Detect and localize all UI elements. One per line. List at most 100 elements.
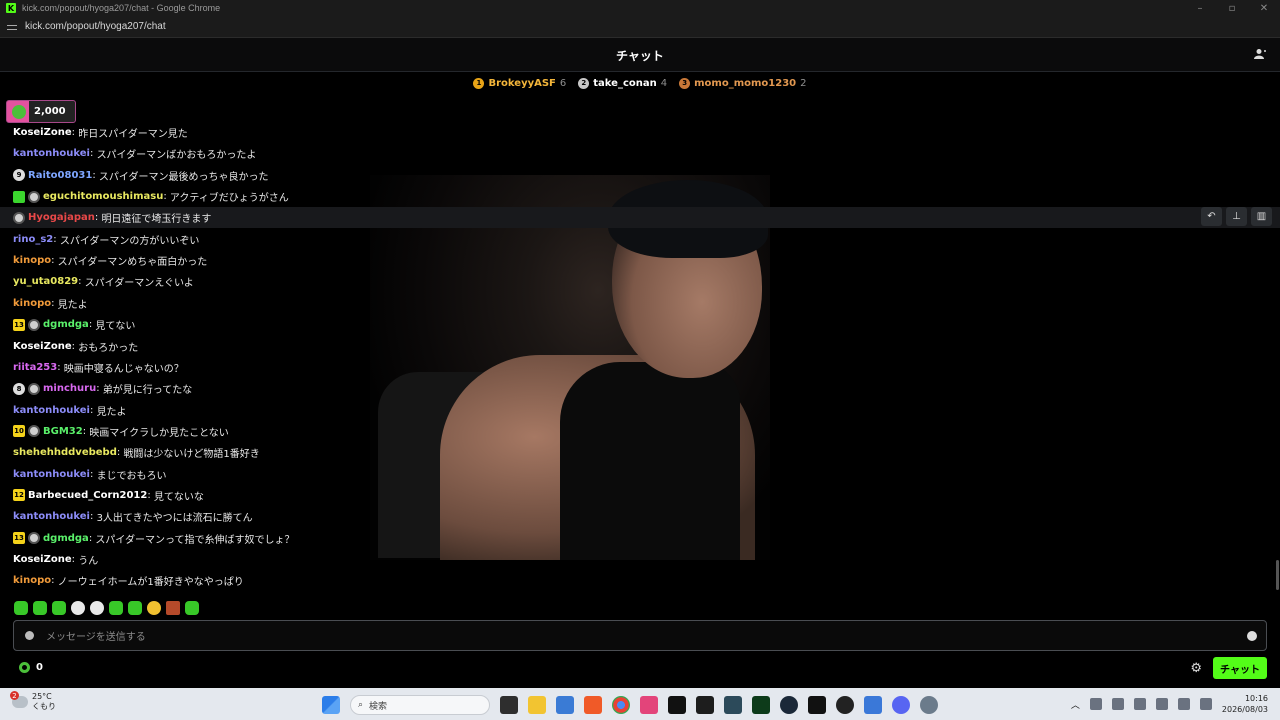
microphone-icon[interactable] [1111, 698, 1124, 710]
chevron-up-icon[interactable]: ︿ [1071, 698, 1080, 711]
chat-username[interactable]: eguchitomoushimasu [43, 191, 163, 202]
app-icon[interactable] [864, 696, 882, 714]
emote-icon[interactable] [185, 601, 199, 615]
settings-icon[interactable] [920, 696, 938, 714]
maximize-icon[interactable]: ▫ [1216, 0, 1248, 16]
chat-username[interactable]: shehehhddvebebd [13, 447, 117, 458]
gear-icon[interactable]: ⚙ [1190, 661, 1202, 676]
emote-icon[interactable] [166, 601, 180, 615]
chat-input[interactable]: メッセージを送信する [13, 620, 1267, 651]
chat-username[interactable]: riita253 [13, 362, 57, 373]
chat-message[interactable]: kantonhoukei: スパイダーマンばかおもろかったよ [0, 143, 1280, 164]
app-icon[interactable] [752, 696, 770, 714]
smiley-icon[interactable] [1247, 631, 1257, 641]
chat-username[interactable]: kinopo [13, 255, 51, 266]
chat-message[interactable]: rino_s2: スパイダーマンの方がいいぞい [0, 229, 1280, 250]
app-icon[interactable] [640, 696, 658, 714]
chat-message[interactable]: 12 Barbecued_Corn2012: 見てないな [0, 485, 1280, 506]
chat-message[interactable]: kantonhoukei: 3人出てきたやつには流石に勝てん [0, 506, 1280, 527]
chat-message[interactable]: 13 dgmdga: 見てない [0, 314, 1280, 335]
chat-message[interactable]: eguchitomoushimasu: アクティブだひょうがさん [0, 186, 1280, 207]
leaderboard-entry[interactable]: 3 momo_momo1230 2 [679, 77, 807, 89]
chat-username[interactable]: KoseiZone [13, 341, 72, 352]
chat-username[interactable]: yu_uta0829 [13, 276, 78, 287]
chat-username[interactable]: kinopo [13, 575, 51, 586]
app-icon[interactable] [808, 696, 826, 714]
url-text[interactable]: kick.com/popout/hyoga207/chat [25, 21, 166, 32]
chat-message[interactable]: KoseiZone: おもろかった [0, 336, 1280, 357]
app-icon[interactable] [556, 696, 574, 714]
chat-username[interactable]: kinopo [13, 298, 51, 309]
brave-browser-icon[interactable] [584, 696, 602, 714]
chat-message[interactable]: yu_uta0829: スパイダーマンえぐいよ [0, 271, 1280, 292]
user-settings-icon[interactable] [1254, 48, 1266, 60]
chat-message[interactable]: Hyogajapan: 明日遠征で埼玉行きます [0, 207, 1280, 229]
chat-message[interactable]: 13 dgmdga: スパイダーマンって指で糸伸ばす奴でしょ？ [0, 528, 1280, 549]
close-icon[interactable]: ✕ [1248, 0, 1280, 16]
chat-message[interactable]: riita253: 映画中寝るんじゃないの？ [0, 357, 1280, 378]
chat-username[interactable]: KoseiZone [13, 127, 72, 138]
chat-username[interactable]: Hyogajapan [28, 212, 95, 223]
emote-icon[interactable] [109, 601, 123, 615]
chat-message[interactable]: kinopo: スパイダーマンめちゃ面白かった [0, 250, 1280, 271]
chat-username[interactable]: kantonhoukei [13, 469, 90, 480]
network-icon[interactable] [1089, 698, 1102, 710]
emote-icon[interactable] [33, 601, 47, 615]
chat-username[interactable]: KoseiZone [13, 554, 72, 565]
chat-username[interactable]: kantonhoukei [13, 511, 90, 522]
app-icon[interactable] [724, 696, 742, 714]
pinned-tip[interactable]: 2,000 [6, 100, 76, 123]
task-view-icon[interactable] [500, 696, 518, 714]
chat-message[interactable]: 9 Raito08031: スパイダーマン最後めっちゃ良かった [0, 165, 1280, 186]
chat-username[interactable]: kantonhoukei [13, 148, 90, 159]
reply-icon[interactable]: ↶ [1201, 207, 1222, 226]
weather-widget[interactable]: 2 25°C くもり [10, 691, 56, 712]
emote-icon[interactable] [52, 601, 66, 615]
chat-message[interactable]: KoseiZone: うん [0, 549, 1280, 570]
display-icon[interactable] [1177, 698, 1190, 710]
chat-message[interactable]: kinopo: 見たよ [0, 293, 1280, 314]
chat-username[interactable]: rino_s2 [13, 234, 53, 245]
tiktok-icon[interactable] [668, 696, 686, 714]
chat-scrollbar[interactable] [1276, 560, 1279, 590]
chat-username[interactable]: Barbecued_Corn2012 [28, 490, 147, 501]
chat-username[interactable]: dgmdga [43, 319, 89, 330]
chat-username[interactable]: minchuru [43, 383, 96, 394]
site-settings-icon[interactable] [7, 23, 17, 31]
pin-icon[interactable]: ⊥ [1226, 207, 1247, 226]
chat-message[interactable]: shehehhddvebebd: 戦闘は少ないけど物語1番好き [0, 442, 1280, 463]
chat-username[interactable]: BGM32 [43, 426, 83, 437]
emote-icon[interactable] [90, 601, 104, 615]
taskbar-clock[interactable]: 10:16 2026/08/03 [1222, 693, 1268, 715]
emote-icon[interactable] [147, 601, 161, 615]
chat-username[interactable]: kantonhoukei [13, 405, 90, 416]
windows-start-icon[interactable] [322, 696, 340, 714]
chat-message[interactable]: 10 BGM32: 映画マイクラしか見たことない [0, 421, 1280, 442]
leaderboard-entry[interactable]: 2 take_conan 4 [578, 77, 667, 89]
obs-icon[interactable] [836, 696, 854, 714]
leaderboard-entry[interactable]: 1 BrokeyyASF 6 [473, 77, 566, 89]
steam-icon[interactable] [780, 696, 798, 714]
file-explorer-icon[interactable] [528, 696, 546, 714]
chrome-icon[interactable] [612, 696, 630, 714]
chat-message[interactable]: KoseiZone: 昨日スパイダーマン見た [0, 122, 1280, 143]
chat-message[interactable]: kantonhoukei: まじでおもろい [0, 464, 1280, 485]
emote-icon[interactable] [71, 601, 85, 615]
send-chat-button[interactable]: チャット [1213, 657, 1267, 679]
minimize-icon[interactable]: – [1184, 0, 1216, 16]
emote-picker-icon[interactable] [25, 631, 34, 640]
taskbar-search[interactable]: ⌕ 検索 [350, 695, 490, 715]
chat-username[interactable]: Raito08031 [28, 170, 92, 181]
chat-message[interactable]: kinopo: ノーウェイホームが1番好きやなやっぱり [0, 570, 1280, 591]
chat-username[interactable]: dgmdga [43, 533, 89, 544]
volume-icon[interactable] [1199, 698, 1212, 710]
terminal-icon[interactable] [696, 696, 714, 714]
app-tray-icon[interactable] [1155, 698, 1168, 710]
delete-icon[interactable]: ▥ [1251, 207, 1272, 226]
bluetooth-icon[interactable] [1133, 698, 1146, 710]
discord-icon[interactable] [892, 696, 910, 714]
chat-message[interactable]: 8 minchuru: 弟が見に行ってたな [0, 378, 1280, 399]
chat-message[interactable]: kantonhoukei: 見たよ [0, 400, 1280, 421]
emote-icon[interactable] [14, 601, 28, 615]
channel-points[interactable]: 0 [19, 662, 43, 673]
